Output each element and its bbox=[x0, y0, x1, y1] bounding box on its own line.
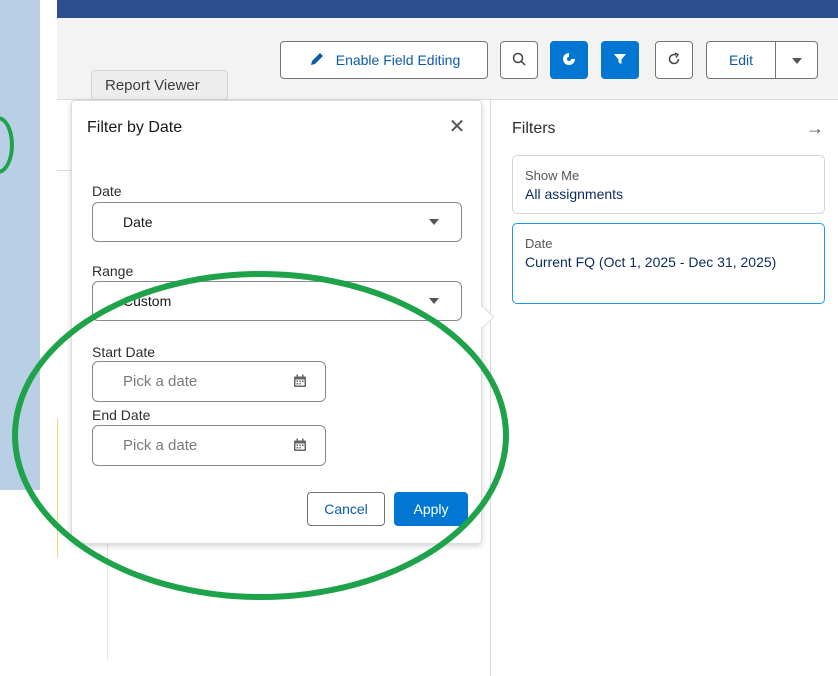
filter-card-value: Current FQ (Oct 1, 2025 - Dec 31, 2025) bbox=[525, 254, 777, 270]
chart-toggle-button[interactable] bbox=[550, 41, 588, 79]
enable-field-editing-label: Enable Field Editing bbox=[335, 52, 461, 68]
filter-card-date[interactable]: Date Current FQ (Oct 1, 2025 - Dec 31, 2… bbox=[512, 223, 825, 304]
chart-icon bbox=[561, 51, 577, 70]
date-field-label: Date bbox=[92, 183, 122, 199]
refresh-button[interactable] bbox=[655, 41, 693, 79]
edit-label: Edit bbox=[728, 52, 754, 68]
report-viewer-tooltip: Report Viewer bbox=[91, 70, 228, 100]
app-banner bbox=[57, 0, 838, 18]
start-date-input[interactable]: Pick a date bbox=[92, 361, 326, 402]
range-value: Custom bbox=[123, 293, 172, 309]
end-date-input[interactable]: Pick a date bbox=[92, 425, 326, 466]
filter-toggle-button[interactable] bbox=[601, 41, 639, 79]
filter-icon bbox=[613, 52, 627, 69]
enable-field-editing-button[interactable]: Enable Field Editing bbox=[280, 41, 488, 79]
cancel-label: Cancel bbox=[324, 501, 368, 517]
tooltip-text: Report Viewer bbox=[105, 76, 200, 94]
filter-card-show-me[interactable]: Show Me All assignments bbox=[512, 155, 825, 214]
close-icon: ✕ bbox=[448, 115, 466, 138]
pencil-icon bbox=[308, 50, 326, 71]
search-button[interactable] bbox=[500, 41, 538, 79]
panel-divider bbox=[490, 100, 491, 676]
filter-by-date-popover: Filter by Date ✕ Date Date Range Custom … bbox=[71, 100, 495, 544]
apply-label: Apply bbox=[413, 501, 449, 517]
range-label: Range bbox=[92, 263, 134, 279]
calendar-icon[interactable] bbox=[293, 438, 307, 452]
date-field-select[interactable]: Date bbox=[92, 202, 462, 242]
end-date-label: End Date bbox=[92, 407, 151, 423]
start-date-label: Start Date bbox=[92, 344, 156, 360]
chevron-down-icon bbox=[429, 219, 439, 225]
filter-card-title: Show Me bbox=[525, 168, 580, 183]
left-background-panel bbox=[0, 0, 40, 490]
search-icon bbox=[511, 51, 527, 70]
calendar-icon[interactable] bbox=[293, 374, 307, 388]
cancel-button[interactable]: Cancel bbox=[307, 492, 385, 526]
arrow-right-icon: → bbox=[806, 118, 824, 138]
chevron-down-icon bbox=[791, 52, 803, 68]
filter-card-title: Date bbox=[525, 236, 553, 251]
highlight-marker bbox=[57, 418, 58, 558]
canvas-rule bbox=[57, 170, 71, 171]
apply-button[interactable]: Apply bbox=[394, 492, 468, 526]
start-date-placeholder: Pick a date bbox=[123, 373, 198, 390]
range-select[interactable]: Custom bbox=[92, 281, 462, 321]
filter-card-value: All assignments bbox=[525, 186, 624, 202]
end-date-placeholder: Pick a date bbox=[123, 437, 198, 454]
close-button[interactable]: ✕ bbox=[446, 115, 468, 138]
date-field-value: Date bbox=[123, 214, 153, 230]
popover-title: Filter by Date bbox=[87, 119, 183, 136]
chevron-down-icon bbox=[429, 298, 439, 304]
filters-panel-title: Filters bbox=[512, 120, 556, 137]
collapse-filters-button[interactable]: → bbox=[806, 118, 824, 139]
refresh-icon bbox=[666, 51, 682, 70]
edit-button[interactable]: Edit bbox=[706, 41, 776, 79]
more-actions-button[interactable] bbox=[775, 41, 818, 79]
